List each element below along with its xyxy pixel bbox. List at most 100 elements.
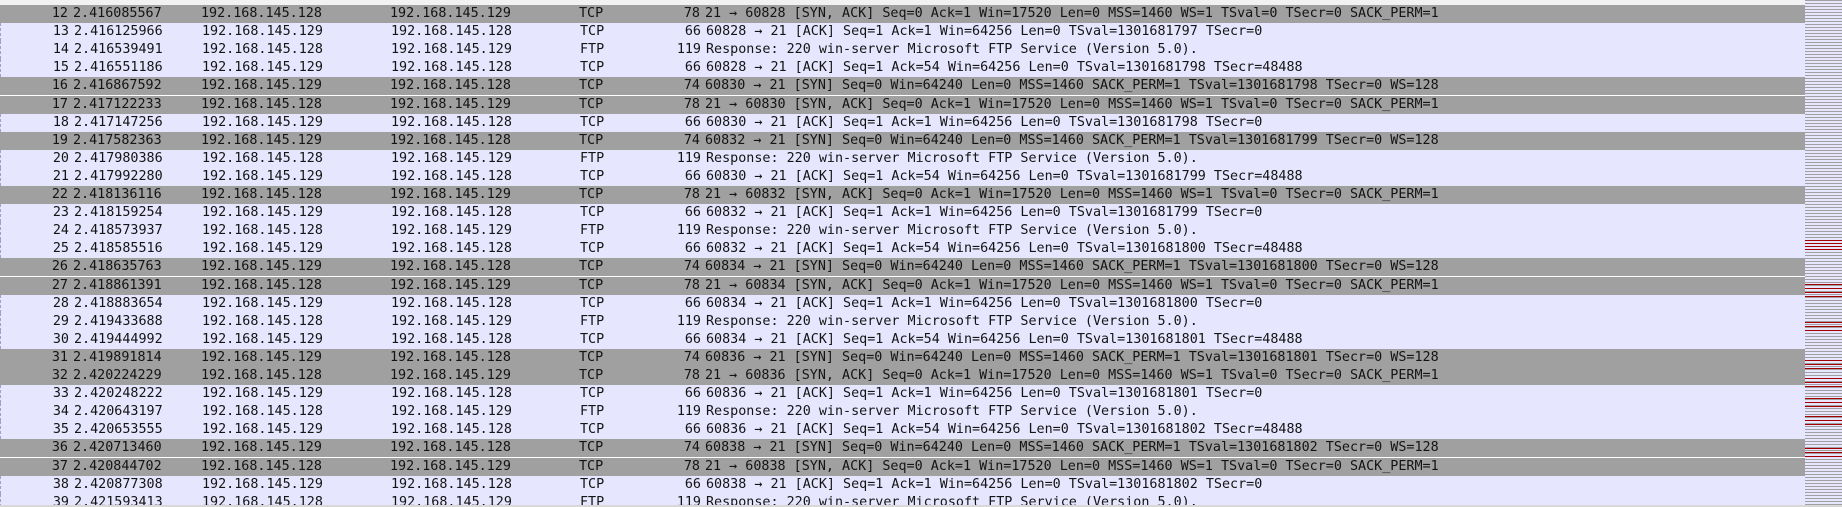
packet-time: 2.418136116 (73, 187, 162, 202)
packet-number: 17 (51, 96, 68, 112)
packet-info: 21 → 60834 [SYN, ACK] Seq=0 Ack=1 Win=17… (705, 277, 1439, 293)
packet-destination: 192.168.145.128 (390, 440, 511, 456)
scroll-map-mark (1805, 284, 1842, 285)
packet-info: 21 → 60838 [SYN, ACK] Seq=0 Ack=1 Win=17… (705, 458, 1439, 474)
packet-row[interactable]: 24 2.418573937 192.168.145.128 192.168.145.… (0, 222, 1805, 241)
packet-row[interactable]: 16 2.416867592 192.168.145.129 192.168.145.… (0, 77, 1805, 96)
packet-length: 74 (683, 132, 700, 148)
packet-protocol: TCP (579, 368, 604, 383)
packet-source: 192.168.145.129 (202, 476, 323, 492)
scroll-map-mark (1805, 456, 1842, 457)
packet-row[interactable]: 14 2.416539491 192.168.145.128 192.168.145.… (0, 41, 1805, 60)
scroll-map-mark (1805, 382, 1842, 383)
packet-row[interactable]: 35 2.420653555 192.168.145.129 192.168.145.… (0, 421, 1805, 440)
packet-info: 60838 → 21 [ACK] Seq=1 Ack=1 Win=64256 L… (706, 476, 1263, 492)
packet-destination: 192.168.145.129 (390, 187, 511, 202)
packet-row[interactable]: 25 2.418585516 192.168.145.129 192.168.145.… (0, 240, 1805, 259)
scroll-map-mark (1805, 288, 1842, 289)
packet-row[interactable]: 17 2.417122233 192.168.145.128 192.168.145.… (0, 95, 1805, 114)
packet-row[interactable]: 30 2.419444992 192.168.145.129 192.168.145.… (0, 330, 1805, 349)
packet-length: 66 (684, 168, 701, 184)
packet-number: 36 (51, 440, 68, 456)
packet-row[interactable]: 31 2.419891814 192.168.145.129 192.168.145.… (0, 348, 1805, 367)
scroll-map-mark (1805, 246, 1842, 247)
packet-row[interactable]: 23 2.418159254 192.168.145.129 192.168.145.… (0, 204, 1805, 223)
packet-protocol: TCP (579, 259, 604, 275)
packet-row[interactable]: 36 2.420713460 192.168.145.129 192.168.145.… (0, 439, 1805, 458)
packet-protocol: TCP (580, 205, 605, 221)
packet-time: 2.418861391 (73, 277, 162, 293)
packet-row[interactable]: 13 2.416125966 192.168.145.129 192.168.145.… (0, 23, 1805, 42)
packet-length: 66 (684, 114, 701, 130)
packet-destination: 192.168.145.128 (390, 259, 511, 275)
scroll-map-mark (1805, 330, 1842, 331)
packet-time: 2.418635763 (73, 259, 162, 275)
packet-row[interactable]: 26 2.418635763 192.168.145.129 192.168.145.… (0, 258, 1805, 277)
packet-info: 60832 → 21 [ACK] Seq=1 Ack=1 Win=64256 L… (706, 205, 1263, 221)
packet-time: 2.420844702 (73, 458, 162, 474)
packet-time: 2.419444992 (74, 331, 163, 347)
packet-source: 192.168.145.128 (202, 150, 323, 166)
packet-destination: 192.168.145.128 (390, 78, 511, 94)
scroll-map-mark (1805, 402, 1842, 403)
packet-time: 2.416539491 (74, 42, 163, 58)
packet-row[interactable]: 29 2.419433688 192.168.145.128 192.168.145.… (0, 312, 1805, 331)
packet-length: 66 (684, 24, 701, 40)
packet-info: 21 → 60832 [SYN, ACK] Seq=0 Ack=1 Win=17… (705, 187, 1439, 202)
packet-source: 192.168.145.129 (202, 422, 323, 438)
packet-row[interactable]: 38 2.420877308 192.168.145.129 192.168.145.… (0, 475, 1805, 494)
packet-source: 192.168.145.128 (202, 42, 323, 58)
packet-row[interactable]: 22 2.418136116 192.168.145.128 192.168.145.… (0, 186, 1805, 204)
packet-protocol: FTP (580, 313, 605, 329)
packet-number: 26 (51, 259, 68, 275)
packet-length: 66 (684, 422, 701, 438)
packet-source: 192.168.145.129 (201, 132, 322, 148)
packet-destination: 192.168.145.128 (391, 24, 512, 40)
packet-source: 192.168.145.129 (201, 349, 322, 365)
packet-protocol: TCP (580, 331, 605, 347)
packet-destination: 192.168.145.128 (391, 205, 512, 221)
packet-protocol: TCP (579, 349, 604, 365)
packet-row[interactable]: 20 2.417980386 192.168.145.128 192.168.145.… (0, 149, 1805, 168)
scroll-map-mark (1805, 424, 1842, 425)
packet-number: 34 (52, 404, 69, 420)
packet-row[interactable]: 18 2.417147256 192.168.145.129 192.168.145.… (0, 113, 1805, 132)
packet-scroll-map[interactable] (1805, 0, 1842, 507)
packet-destination: 192.168.145.128 (391, 331, 512, 347)
packet-length: 66 (684, 476, 701, 492)
packet-row[interactable]: 15 2.416551186 192.168.145.129 192.168.145.… (0, 59, 1805, 78)
packet-row[interactable]: 34 2.420643197 192.168.145.128 192.168.145.… (0, 403, 1805, 422)
packet-time: 2.416085567 (73, 6, 162, 21)
packet-row[interactable]: 37 2.420844702 192.168.145.128 192.168.145.… (0, 457, 1805, 476)
packet-row[interactable]: 28 2.418883654 192.168.145.129 192.168.145.… (0, 294, 1805, 313)
packet-row[interactable]: 12 2.416085567 192.168.145.128 192.168.145.… (0, 5, 1805, 23)
packet-row[interactable]: 32 2.420224229 192.168.145.128 192.168.145.… (0, 367, 1805, 385)
packet-time: 2.418883654 (74, 295, 163, 311)
packet-length: 119 (676, 404, 701, 420)
packet-length: 74 (683, 78, 700, 94)
scroll-map-mark (1805, 452, 1842, 453)
packet-row[interactable]: 21 2.417992280 192.168.145.129 192.168.145.… (0, 167, 1805, 186)
packet-number: 28 (52, 295, 69, 311)
packet-protocol: TCP (579, 277, 604, 293)
packet-destination: 192.168.145.129 (390, 368, 511, 383)
packet-destination: 192.168.145.128 (391, 241, 512, 257)
packet-length: 66 (684, 295, 701, 311)
packet-time: 2.420643197 (74, 404, 163, 420)
packet-row[interactable]: 19 2.417582363 192.168.145.129 192.168.145.… (0, 131, 1805, 150)
packet-source: 192.168.145.128 (201, 368, 322, 383)
packet-info: 21 → 60836 [SYN, ACK] Seq=0 Ack=1 Win=17… (705, 368, 1439, 383)
scroll-map-mark (1805, 398, 1842, 399)
packet-number: 20 (52, 150, 69, 166)
packet-protocol: FTP (580, 404, 605, 420)
packet-row[interactable]: 27 2.418861391 192.168.145.128 192.168.145.… (0, 276, 1805, 295)
packet-length: 66 (684, 386, 701, 402)
packet-length: 78 (683, 368, 700, 383)
packet-length: 66 (684, 331, 701, 347)
packet-protocol: TCP (579, 458, 604, 474)
packet-time: 2.420653555 (74, 422, 163, 438)
packet-list[interactable]: 12 2.416085567 192.168.145.128 192.168.145.… (0, 0, 1805, 507)
packet-destination: 192.168.145.128 (390, 349, 511, 365)
packet-source: 192.168.145.128 (202, 313, 323, 329)
packet-row[interactable]: 33 2.420248222 192.168.145.129 192.168.145.… (0, 385, 1805, 404)
